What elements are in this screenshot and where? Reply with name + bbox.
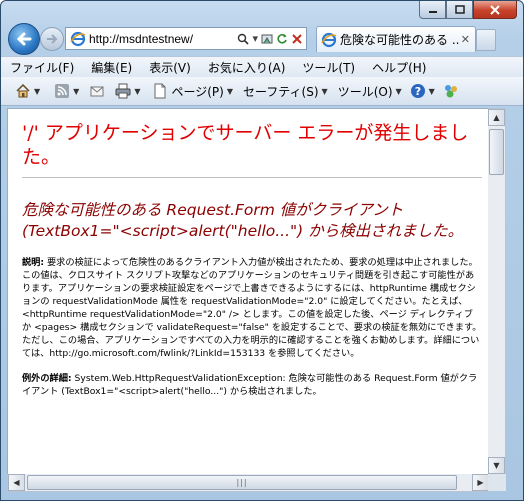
scroll-up-button[interactable]: ▲ bbox=[488, 109, 505, 126]
feeds-button[interactable]: ▼ bbox=[44, 83, 83, 99]
help-button[interactable]: ? ▼ bbox=[406, 83, 439, 99]
safety-menu-button[interactable]: セーフティ(S) ▼ bbox=[237, 83, 332, 100]
svg-text:?: ? bbox=[414, 85, 420, 98]
home-dropdown-icon[interactable]: ▼ bbox=[34, 87, 40, 96]
address-dropdown-icon[interactable]: ▾ bbox=[252, 32, 258, 45]
menu-edit[interactable]: 編集(E) bbox=[82, 59, 140, 76]
menu-file[interactable]: ファイル(F) bbox=[1, 59, 82, 76]
horizontal-scrollbar[interactable]: ◀ ||| ▶ bbox=[7, 474, 490, 492]
home-icon bbox=[16, 83, 30, 98]
menu-bar: ファイル(F) 編集(E) 表示(V) お気に入り(A) ツール(T) ヘルプ(… bbox=[1, 56, 523, 77]
window-caption-buttons bbox=[419, 1, 517, 19]
title-divider bbox=[22, 177, 482, 178]
page-menu-button[interactable]: ページ(P) ▼ bbox=[144, 83, 237, 100]
safety-menu-label: セーフティ(S) bbox=[243, 84, 319, 99]
printer-icon bbox=[115, 83, 131, 99]
menu-help[interactable]: ヘルプ(H) bbox=[363, 59, 434, 76]
rss-feed-icon bbox=[55, 84, 70, 98]
new-tab-button[interactable] bbox=[476, 29, 496, 51]
error-subtitle: 危険な可能性のある Request.Form 値がクライアント (TextBox… bbox=[22, 201, 464, 240]
page-icon bbox=[154, 83, 166, 99]
research-icon bbox=[444, 85, 457, 98]
exception-details: 例外の詳細: System.Web.HttpRequestValidationE… bbox=[22, 372, 482, 398]
scrollbar-corner bbox=[488, 474, 506, 491]
tab-close-icon[interactable]: ✕ bbox=[461, 33, 470, 46]
ie-page-icon bbox=[70, 31, 86, 46]
maximize-button[interactable] bbox=[446, 1, 473, 19]
address-bar[interactable]: http://msdntestnew/ ▾ bbox=[65, 27, 307, 50]
print-dropdown-icon[interactable]: ▼ bbox=[134, 87, 140, 96]
tools-menu-label: ツール(O) bbox=[337, 84, 393, 99]
close-window-button[interactable] bbox=[473, 1, 517, 19]
menu-view[interactable]: 表示(V) bbox=[140, 59, 199, 76]
exception-label: 例外の詳細: bbox=[22, 373, 72, 384]
page-dropdown-icon: ▼ bbox=[226, 86, 233, 96]
menu-tools[interactable]: ツール(T) bbox=[293, 59, 363, 76]
read-mail-button[interactable] bbox=[83, 83, 109, 99]
horizontal-scroll-thumb[interactable]: ||| bbox=[27, 475, 457, 490]
exception-text: System.Web.HttpRequestValidationExceptio… bbox=[22, 373, 478, 397]
search-icon[interactable] bbox=[237, 33, 250, 45]
tab-current[interactable]: 危険な可能性のある ... ✕ bbox=[316, 26, 476, 52]
scroll-right-button[interactable]: ▶ bbox=[472, 474, 489, 491]
scroll-down-button[interactable]: ▼ bbox=[488, 457, 505, 474]
vertical-scroll-thumb[interactable] bbox=[489, 129, 504, 175]
navigation-row: http://msdntestnew/ ▾ 危険な可能性のある ... ✕ bbox=[1, 23, 523, 55]
safety-dropdown-icon: ▼ bbox=[321, 86, 328, 96]
page-title: '/' アプリケーションでサーバー エラーが発生しました。 bbox=[22, 122, 469, 168]
tools-menu-button[interactable]: ツール(O) ▼ bbox=[332, 83, 406, 100]
minimize-icon bbox=[428, 10, 437, 13]
print-button[interactable]: ▼ bbox=[109, 83, 144, 99]
stop-icon[interactable] bbox=[291, 33, 303, 45]
refresh-icon[interactable] bbox=[276, 33, 288, 45]
page-content: '/' アプリケーションでサーバー エラーが発生しました。 危険な可能性のある … bbox=[7, 108, 489, 475]
back-arrow-icon bbox=[16, 32, 32, 46]
forward-arrow-icon bbox=[47, 34, 58, 44]
browser-window: http://msdntestnew/ ▾ 危険な可能性のある ... ✕ ファ… bbox=[0, 0, 524, 501]
help-dropdown-icon[interactable]: ▼ bbox=[429, 87, 435, 96]
maximize-icon bbox=[454, 5, 465, 14]
back-button[interactable] bbox=[8, 23, 40, 55]
page-menu-label: ページ(P) bbox=[171, 84, 224, 99]
error-description: 説明: 要求の検証によって危険性のあるクライアント入力値が検出されたため、要求の… bbox=[22, 256, 482, 360]
help-icon: ? bbox=[410, 84, 425, 98]
compatibility-view-icon[interactable] bbox=[261, 33, 273, 45]
address-url[interactable]: http://msdntestnew/ bbox=[89, 32, 209, 46]
minimize-button[interactable] bbox=[419, 1, 446, 19]
feeds-dropdown-icon[interactable]: ▼ bbox=[73, 87, 79, 96]
tab-title: 危険な可能性のある ... bbox=[340, 33, 460, 47]
research-button[interactable] bbox=[439, 83, 463, 99]
close-icon bbox=[490, 4, 500, 15]
scroll-left-button[interactable]: ◀ bbox=[8, 474, 25, 491]
home-button[interactable]: ▼ bbox=[1, 83, 44, 99]
scroll-grip-icon: ||| bbox=[236, 478, 248, 487]
tools-dropdown-icon: ▼ bbox=[395, 86, 402, 96]
forward-button[interactable] bbox=[40, 27, 64, 51]
ie-page-icon bbox=[321, 32, 337, 47]
mail-icon bbox=[90, 86, 104, 97]
command-bar: ▼ ▼ ▼ ページ(P) ▼ セーフティ(S) ▼ ツール(O) ▼ ? ▼ bbox=[1, 77, 523, 106]
description-label: 説明: bbox=[22, 257, 45, 268]
description-text: 要求の検証によって危険性のあるクライアント入力値が検出されたため、要求の処理は中… bbox=[22, 257, 482, 359]
menu-favorites[interactable]: お気に入り(A) bbox=[199, 59, 294, 76]
vertical-scrollbar[interactable]: ▲ ▼ bbox=[488, 108, 506, 475]
